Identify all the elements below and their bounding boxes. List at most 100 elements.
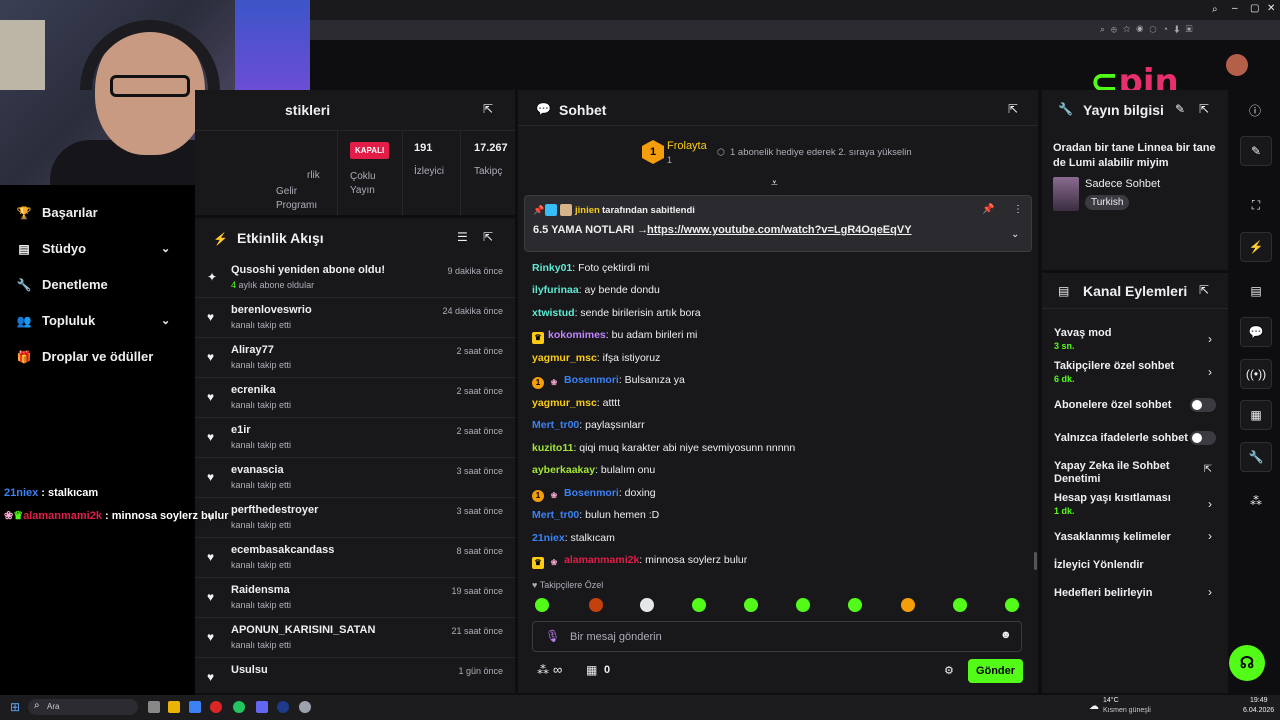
- banned-words-item[interactable]: Yasaklanmış kelimeler: [1054, 531, 1171, 543]
- notes-button[interactable]: ▤: [1240, 276, 1272, 306]
- activity-item[interactable]: ♥ ecembasakcandass kanalı takip etti 8 saat…: [195, 538, 515, 578]
- sidebar-item-achievements[interactable]: 🏆 Başarılar: [16, 205, 98, 220]
- chat-message[interactable]: yagmur_msc: ifşa istiyoruz: [532, 352, 660, 364]
- pin-icon[interactable]: 📌: [982, 204, 994, 215]
- chat-username[interactable]: kokomimes: [548, 329, 606, 341]
- slow-mode-item[interactable]: Yavaş mod 3 sn.: [1054, 327, 1111, 351]
- emote-icon[interactable]: [744, 598, 758, 612]
- steam-icon[interactable]: [277, 701, 289, 713]
- chevron-right-icon[interactable]: ›: [1208, 529, 1212, 543]
- collapse-icon[interactable]: ⩡: [771, 176, 778, 191]
- emote-icon[interactable]: [640, 598, 654, 612]
- obs-icon[interactable]: [299, 701, 311, 713]
- support-button[interactable]: ☊: [1229, 645, 1265, 681]
- chat-message[interactable]: kuzito11: qiqi muq karakter abi niye sev…: [532, 442, 795, 454]
- chat-username[interactable]: xtwistud: [532, 307, 575, 319]
- chat-username[interactable]: Bosenmori: [564, 487, 619, 499]
- chat-message[interactable]: ♛ ❀ alamanmami2k: minnosa soylerz bulur: [532, 554, 747, 569]
- activity-item[interactable]: ♥ berenloveswrio kanalı takip etti 24 dakik…: [195, 298, 515, 338]
- chevron-right-icon[interactable]: ›: [1208, 497, 1212, 511]
- gifter-name[interactable]: Frolayta: [667, 140, 707, 152]
- browser-toolbar[interactable]: ⌕⊕☆◉⬡◔⬇▣: [310, 20, 1280, 40]
- activity-user[interactable]: evanascia: [231, 464, 284, 476]
- chat-message[interactable]: 1 ❀ Bosenmori: doxing: [532, 487, 656, 502]
- microphone-icon[interactable]: 🎙: [545, 629, 560, 643]
- activity-user[interactable]: Aliray77: [231, 344, 274, 356]
- popout-icon[interactable]: ⇱: [1008, 102, 1018, 116]
- opera-icon[interactable]: [210, 701, 222, 713]
- tag-badge[interactable]: Turkish: [1085, 195, 1130, 210]
- community-button[interactable]: ⁂: [1240, 486, 1272, 516]
- popout-icon[interactable]: ⇱: [1199, 102, 1209, 116]
- goals-item[interactable]: Hedefleri belirleyin: [1054, 587, 1152, 599]
- chat-button[interactable]: 💬: [1240, 317, 1272, 347]
- popout-icon[interactable]: ⇱: [1199, 283, 1209, 297]
- activity-user[interactable]: APONUN_KARISINI_SATAN: [231, 624, 375, 636]
- gear-icon[interactable]: ⚙: [944, 664, 954, 677]
- broadcast-button[interactable]: ((•)): [1240, 359, 1272, 389]
- sidebar-item-community[interactable]: 👥 Topluluk ⌄: [16, 313, 171, 328]
- chat-username[interactable]: Bosenmori: [564, 374, 619, 386]
- sidebar-item-studio[interactable]: ▤ Stüdyo ⌄: [16, 241, 170, 256]
- chat-message[interactable]: xtwistud: sende birilerisin artık bora: [532, 307, 701, 319]
- chat-username[interactable]: Mert_tr00: [532, 419, 579, 431]
- edit-icon[interactable]: ✎: [1175, 102, 1185, 116]
- activity-button[interactable]: ⚡: [1240, 232, 1272, 262]
- emote-icon[interactable]: [692, 598, 706, 612]
- chat-message-input[interactable]: 🎙 Bir mesaj gönderin ☻: [532, 621, 1022, 652]
- taskbar-search[interactable]: ⌕ Ara: [28, 699, 138, 715]
- gift-promo-text[interactable]: 1 abonelik hediye ederek 2. sıraya yükse…: [730, 147, 912, 158]
- minimize-icon[interactable]: –: [1232, 3, 1238, 14]
- chevron-down-icon[interactable]: ⌄: [1011, 229, 1019, 240]
- taskview-icon[interactable]: [148, 701, 160, 713]
- store-icon[interactable]: ▦: [586, 663, 597, 677]
- activity-user[interactable]: berenloveswrio: [231, 304, 312, 316]
- folder-icon[interactable]: [168, 701, 180, 713]
- activity-user[interactable]: Raidensma: [231, 584, 290, 596]
- chat-message[interactable]: ayberkaakay: bulalım onu: [532, 464, 655, 476]
- category-thumbnail[interactable]: [1053, 177, 1079, 211]
- activity-user[interactable]: e1ir: [231, 424, 251, 436]
- emoji-icon[interactable]: ☻: [1000, 629, 1012, 641]
- emotes-chat-toggle[interactable]: [1190, 431, 1216, 445]
- emote-icon[interactable]: [589, 598, 603, 612]
- activity-item[interactable]: ♥ ecrenika kanalı takip etti 2 saat önce: [195, 378, 515, 418]
- moderation-button[interactable]: 🔧: [1240, 442, 1272, 472]
- chat-username[interactable]: yagmur_msc: [532, 397, 597, 409]
- category-label[interactable]: Sadece Sohbet: [1085, 178, 1160, 190]
- chat-message[interactable]: Rinky01: Foto çektirdi mi: [532, 262, 649, 274]
- chat-message[interactable]: yagmur_msc: atttt: [532, 397, 620, 409]
- activity-item[interactable]: ♥ APONUN_KARISINI_SATAN kanalı takip etti 2…: [195, 618, 515, 658]
- chat-message[interactable]: 1 ❀ Bosenmori: Bulsanıza ya: [532, 374, 685, 389]
- chat-message[interactable]: Mert_tr00: bulun hemen :D: [532, 509, 659, 521]
- activity-item[interactable]: ✦ Qusoshi yeniden abone oldu! 4 aylık abon…: [195, 258, 515, 298]
- sidebar-item-moderation[interactable]: 🔧 Denetleme: [16, 277, 108, 292]
- chat-message[interactable]: ♛ kokomimes: bu adam birileri mi: [532, 329, 697, 344]
- followers-chat-item[interactable]: Takipçilere özel sohbet 6 dk.: [1054, 360, 1174, 384]
- chat-username[interactable]: kuzito11: [532, 442, 573, 454]
- chevron-right-icon[interactable]: ›: [1208, 332, 1212, 346]
- age-restrict-item[interactable]: Hesap yaşı kısıtlaması 1 dk.: [1054, 492, 1171, 516]
- emote-icon[interactable]: [848, 598, 862, 612]
- chat-scrollbar[interactable]: [1034, 552, 1037, 570]
- chat-message[interactable]: ilyfurinaa: ay bende dondu: [532, 284, 660, 296]
- emote-icon[interactable]: [1005, 598, 1019, 612]
- chat-username[interactable]: alamanmami2k: [564, 554, 639, 566]
- emote-icon[interactable]: [901, 598, 915, 612]
- avatar[interactable]: [1226, 54, 1248, 76]
- activity-item[interactable]: ♥ Aliray77 kanalı takip etti 2 saat önce: [195, 338, 515, 378]
- chat-message[interactable]: 21niex: stalkıcam: [532, 532, 615, 544]
- pinned-message[interactable]: 📌 jinien tarafından sabitlendi 📌 ⋮ 6.5 Y…: [524, 195, 1032, 252]
- edit-stream-button[interactable]: ✎: [1240, 136, 1272, 166]
- activity-user[interactable]: Usulsu: [231, 664, 268, 676]
- popout-icon[interactable]: ⇱: [483, 230, 493, 244]
- spotify-icon[interactable]: [233, 701, 245, 713]
- extension-icons[interactable]: ⌕⊕☆◉⬡◔⬇▣: [1100, 24, 1198, 35]
- app-icon[interactable]: [189, 701, 201, 713]
- chevron-right-icon[interactable]: ›: [1208, 585, 1212, 599]
- activity-user[interactable]: ecembasakcandass: [231, 544, 334, 556]
- chat-username[interactable]: yagmur_msc: [532, 352, 597, 364]
- activity-item[interactable]: ♥ e1ir kanalı takip etti 2 saat önce: [195, 418, 515, 458]
- discord-icon[interactable]: [256, 701, 268, 713]
- emote-icon[interactable]: [535, 598, 549, 612]
